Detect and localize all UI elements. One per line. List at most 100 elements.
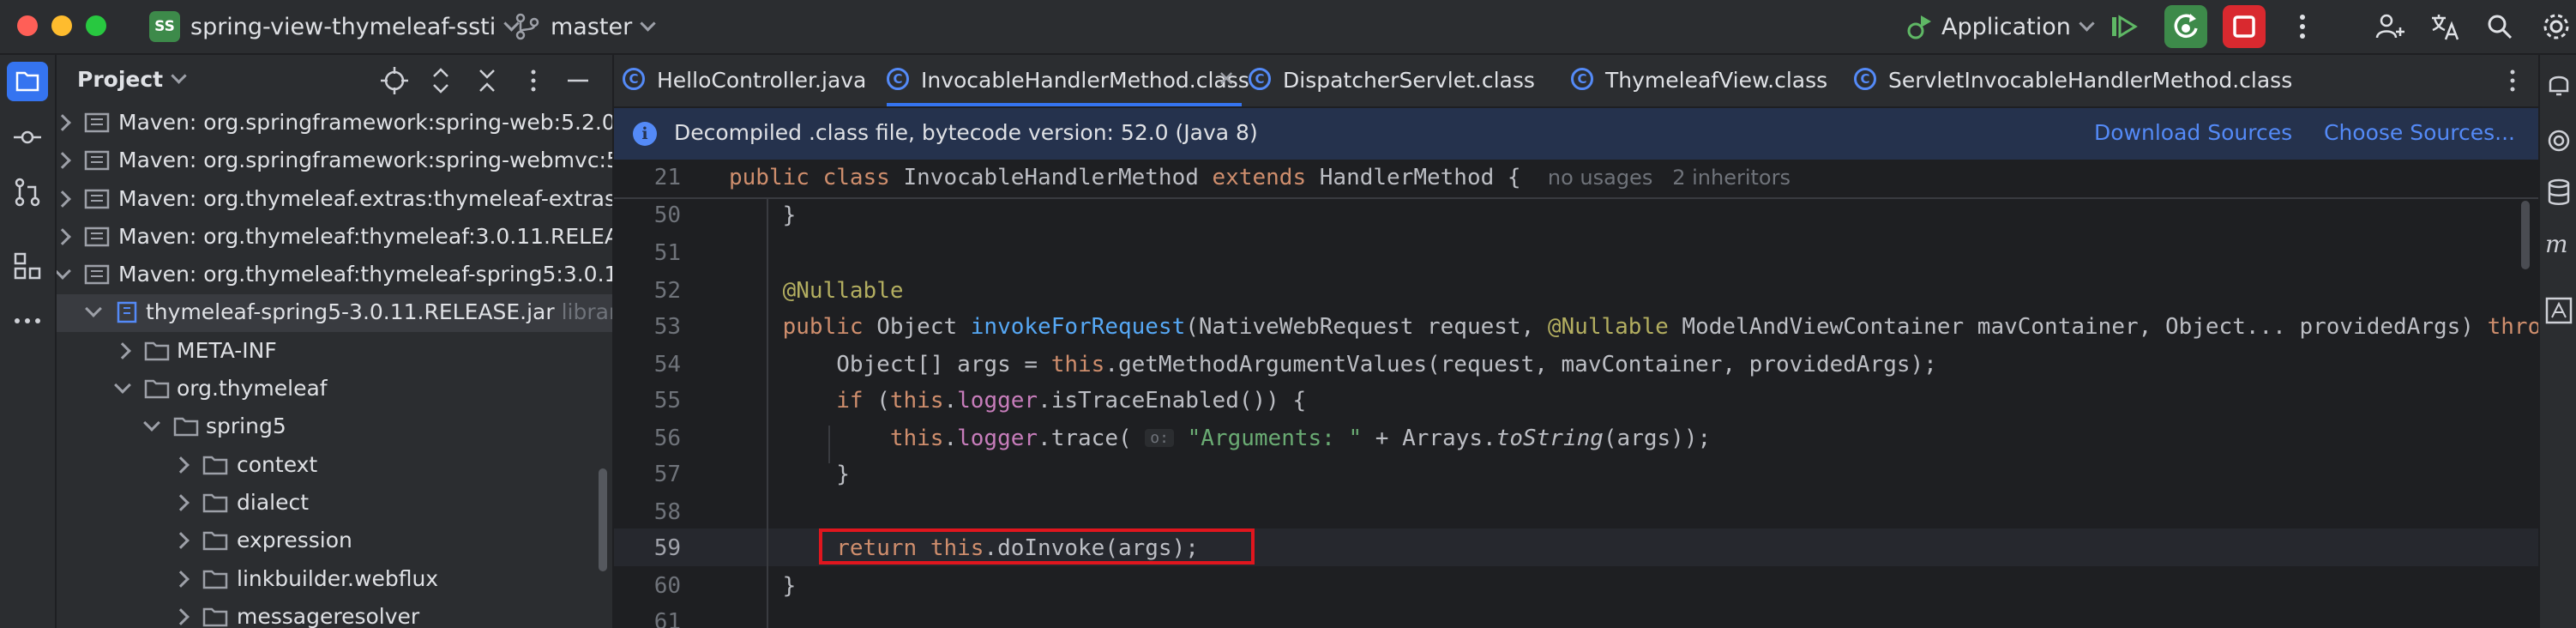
line-number: 50 (653, 202, 681, 228)
project-selector[interactable]: spring-view-thymeleaf-ssti (190, 14, 520, 40)
tree-item-label: linkbuilder.webflux (237, 566, 439, 591)
tree-row[interactable]: linkbuilder.webflux (57, 561, 612, 599)
panel-title: Project (77, 67, 164, 92)
ai-assistant-icon[interactable] (2542, 124, 2576, 158)
banner-text: Decompiled .class file, bytecode version… (674, 120, 1258, 145)
project-badge[interactable]: SS (149, 11, 180, 42)
tree-row[interactable]: Maven: org.springframework:spring-web:5.… (57, 105, 612, 142)
tree-row[interactable]: Maven: org.springframework:spring-webmvc… (57, 142, 612, 180)
tree-item-label: Maven: org.springframework:spring-web:5.… (118, 110, 614, 135)
close-tab-icon[interactable]: ✕ (1218, 67, 1235, 91)
run-config-selector[interactable]: Application (1941, 14, 2095, 40)
git-branch-icon (515, 13, 539, 40)
minimize-window-button[interactable] (51, 15, 72, 36)
rerun-button[interactable] (2164, 5, 2207, 48)
line-number: 53 (653, 314, 681, 340)
download-sources-link[interactable]: Download Sources (2094, 120, 2292, 145)
options-icon[interactable] (518, 65, 549, 96)
folder-icon (202, 531, 228, 551)
tree-item-label: Maven: org.thymeleaf:thymeleaf:3.0.11.RE… (118, 224, 614, 249)
chevron-down-icon (640, 15, 656, 32)
maven-icon[interactable]: m (2542, 226, 2576, 261)
add-user-icon[interactable] (2374, 10, 2406, 43)
text-panel-icon[interactable] (2542, 293, 2576, 328)
chevron-down-icon (85, 300, 102, 317)
tab-options-icon[interactable] (2497, 65, 2528, 96)
tab-dispatcher-servlet[interactable]: C DispatcherServlet.class (1249, 55, 1549, 106)
tree-row[interactable]: Maven: org.thymeleaf:thymeleaf-spring5:3… (57, 257, 612, 294)
pull-requests-icon[interactable] (10, 175, 45, 209)
choose-sources-link[interactable]: Choose Sources... (2324, 120, 2515, 145)
tree-item-label: Maven: org.thymeleaf.extras:thymeleaf-ex… (118, 186, 614, 211)
tree-item-label: dialect (237, 490, 310, 515)
left-tool-strip (0, 55, 57, 628)
tree-row[interactable]: dialect (57, 485, 612, 522)
chevron-right-icon (57, 152, 71, 169)
line-number: 60 (653, 573, 681, 599)
chevron-right-icon (172, 532, 190, 549)
close-window-button[interactable] (17, 15, 38, 36)
tab-servlet-invocable-handler-method[interactable]: C ServletInvocableHandlerMethod.class (1854, 55, 2300, 106)
tree-row[interactable]: context (57, 447, 612, 485)
editor-scrollbar[interactable] (2521, 201, 2530, 269)
folder-icon (144, 379, 170, 399)
library-icon (84, 226, 110, 247)
structure-icon[interactable] (10, 249, 45, 283)
library-root-suffix: librar (561, 299, 614, 324)
tab-label: HelloController.java (657, 68, 867, 93)
stop-button[interactable] (2223, 5, 2266, 48)
code-line: Object[] args = this.getMethodArgumentVa… (729, 352, 1937, 377)
tab-label: ServletInvocableHandlerMethod.class (1888, 68, 2293, 93)
tab-thymeleaf-view[interactable]: C ThymeleafView.class (1571, 55, 1828, 106)
project-view-selector[interactable]: Project (77, 67, 187, 92)
parameter-hint: o: (1145, 429, 1174, 447)
run-config-name: Application (1941, 14, 2071, 40)
translate-icon[interactable] (2429, 10, 2461, 43)
class-icon: C (1249, 68, 1271, 90)
line-number: 54 (653, 352, 681, 377)
branch-name: master (551, 14, 633, 40)
settings-icon[interactable] (2540, 10, 2573, 43)
locate-icon[interactable] (379, 65, 410, 96)
tree-row[interactable]: expression (57, 522, 612, 560)
line-number: 51 (653, 240, 681, 266)
tab-hello-controller[interactable]: C HelloController.java (623, 55, 880, 106)
chevron-right-icon (57, 114, 71, 131)
tree-row[interactable]: messageresolver (57, 599, 612, 628)
branch-selector[interactable]: master (551, 14, 656, 40)
folder-icon (202, 570, 228, 589)
class-icon: C (623, 68, 645, 90)
sticky-header-line: 21 public class InvocableHandlerMethod e… (614, 160, 2538, 199)
search-icon[interactable] (2483, 10, 2516, 43)
collapse-all-icon[interactable] (472, 65, 503, 96)
chevron-right-icon (172, 456, 190, 474)
editor-tabs: C HelloController.java C InvocableHandle… (614, 55, 2538, 108)
expand-all-icon[interactable] (425, 65, 456, 96)
right-tool-strip: m (2538, 55, 2576, 628)
notifications-icon[interactable] (2542, 67, 2576, 101)
tree-row[interactable]: thymeleaf-spring5-3.0.11.RELEASE.jar lib… (57, 294, 612, 332)
tree-row[interactable]: Maven: org.thymeleaf:thymeleaf:3.0.11.RE… (57, 219, 612, 257)
tree-row[interactable]: spring5 (57, 408, 612, 446)
tree-row[interactable]: Maven: org.thymeleaf.extras:thymeleaf-ex… (57, 181, 612, 219)
project-panel: Project Maven: org.springframework:sprin… (57, 55, 614, 628)
folder-icon (202, 456, 228, 475)
commit-icon[interactable] (10, 120, 45, 154)
tree-row[interactable]: org.thymeleaf (57, 371, 612, 408)
tree-row[interactable]: META-INF (57, 333, 612, 371)
line-number: 57 (653, 462, 681, 487)
highlight-box (819, 528, 1255, 565)
tree-item-label: org.thymeleaf (177, 376, 328, 401)
resume-program-icon[interactable] (2108, 10, 2140, 43)
project-tool-button[interactable] (7, 62, 48, 101)
chevron-right-icon (172, 571, 190, 588)
more-horizontal-icon[interactable] (10, 304, 45, 338)
tree-scrollbar[interactable] (599, 468, 607, 571)
zoom-window-button[interactable] (86, 15, 106, 36)
usages-hint: no usages 2 inheritors (1547, 166, 1791, 190)
hide-panel-icon[interactable] (563, 65, 593, 96)
tab-invocable-handler-method[interactable]: C InvocableHandlerMethod.class ✕ (887, 55, 1249, 106)
tab-label: DispatcherServlet.class (1283, 68, 1535, 93)
more-vertical-icon[interactable] (2286, 10, 2319, 43)
database-icon[interactable] (2542, 175, 2576, 209)
